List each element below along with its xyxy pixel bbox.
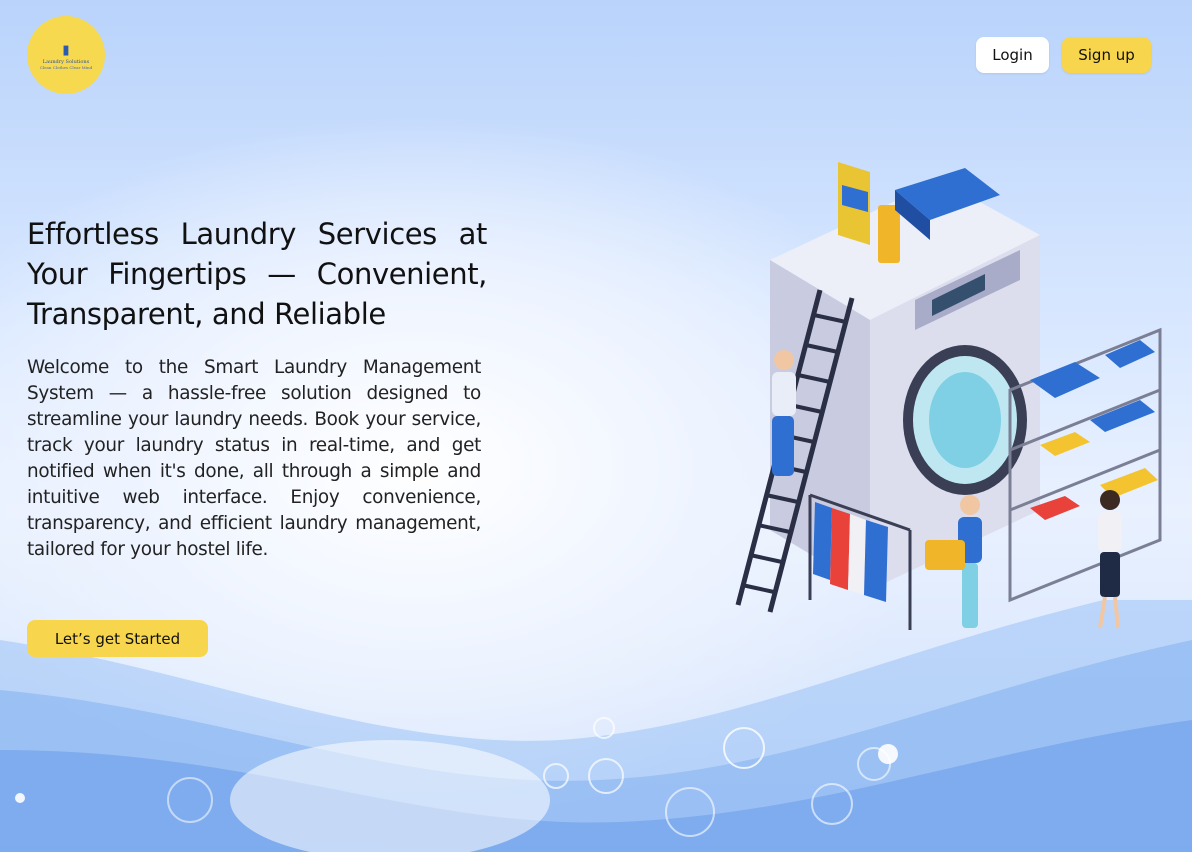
hero-description: Welcome to the Smart Laundry Management … <box>27 357 481 560</box>
shirt-icon: ▮ <box>62 43 70 58</box>
brand-logo[interactable]: ▮ Laundry Solutions Clean Clothes Clear … <box>27 16 105 94</box>
hero-heading: Effortless Laundry Services at Your Fing… <box>27 217 487 331</box>
signup-button[interactable]: Sign up <box>1062 37 1151 73</box>
get-started-button[interactable]: Let’s get Started <box>27 620 208 657</box>
laundry-illustration <box>735 162 1162 630</box>
logo-tagline: Clean Clothes Clear Mind <box>39 65 93 70</box>
login-button[interactable]: Login <box>976 37 1049 73</box>
